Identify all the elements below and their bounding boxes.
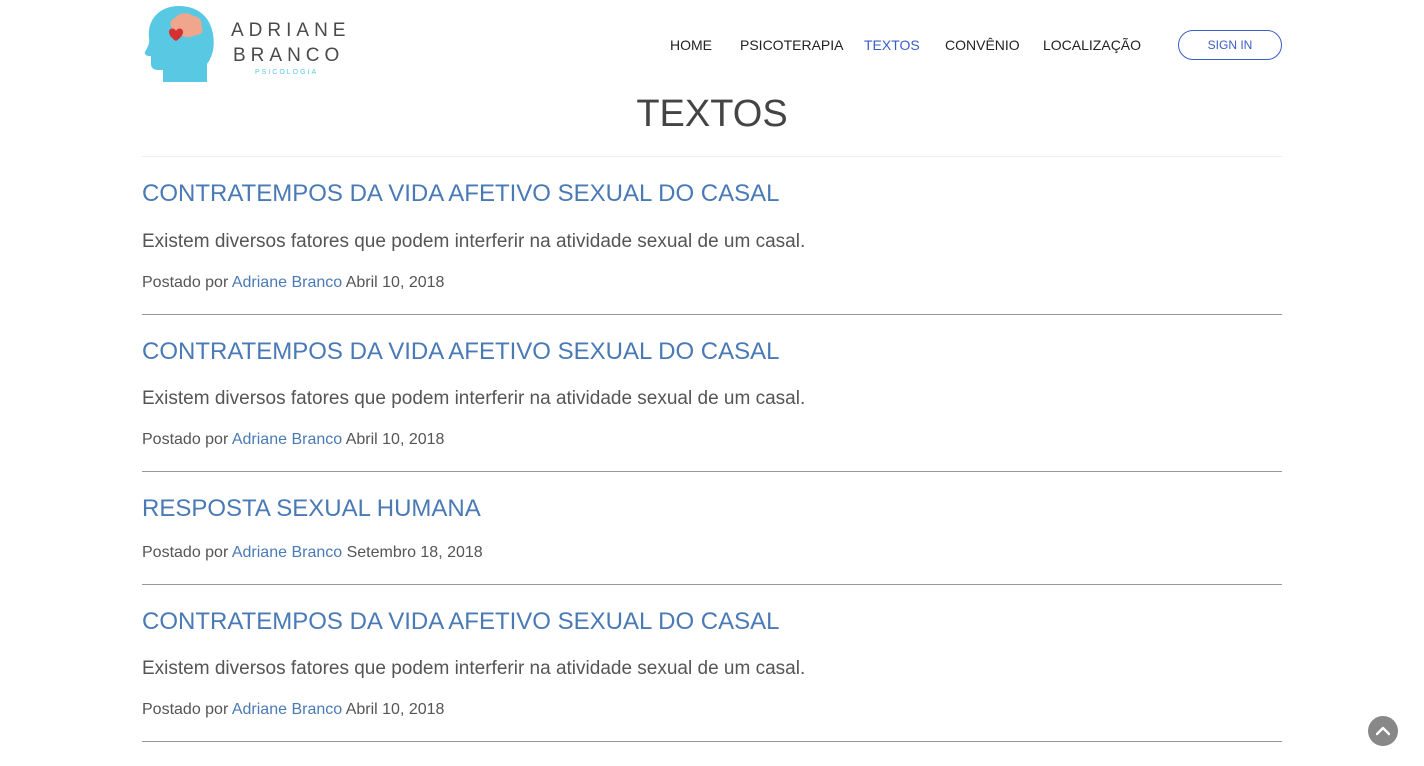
nav-item-home[interactable]: HOME bbox=[670, 36, 712, 54]
nav-item-textos[interactable]: TEXTOS bbox=[864, 36, 920, 54]
nav-item-localizacao[interactable]: LOCALIZAÇÃO bbox=[1043, 36, 1141, 54]
post-date: Abril 10, 2018 bbox=[345, 701, 445, 718]
post-meta: Postado por Adriane Branco Abril 10, 201… bbox=[142, 430, 444, 450]
post-meta: Postado por Adriane Branco Setembro 18, … bbox=[142, 543, 483, 563]
post-excerpt: Existem diversos fatores que podem inter… bbox=[142, 231, 806, 252]
post-meta: Postado por Adriane Branco Abril 10, 201… bbox=[142, 273, 444, 293]
nav-item-convenio[interactable]: CONVÊNIO bbox=[945, 36, 1020, 54]
posted-by-label: Postado por bbox=[142, 544, 229, 561]
posted-by-label: Postado por bbox=[142, 274, 229, 291]
post-divider bbox=[142, 471, 1282, 472]
posted-by-label: Postado por bbox=[142, 701, 229, 718]
post-meta: Postado por Adriane Branco Abril 10, 201… bbox=[142, 700, 444, 720]
post-divider bbox=[142, 741, 1282, 742]
posted-by-label: Postado por bbox=[142, 431, 229, 448]
post-author-link[interactable]: Adriane Branco bbox=[232, 431, 342, 448]
post-excerpt: Existem diversos fatores que podem inter… bbox=[142, 658, 806, 679]
page-title: TEXTOS bbox=[636, 93, 788, 135]
brand-subtitle: PSICOLOGIA bbox=[255, 69, 319, 76]
post-date: Abril 10, 2018 bbox=[345, 274, 445, 291]
post-title-link[interactable]: CONTRATEMPOS DA VIDA AFETIVO SEXUAL DO C… bbox=[142, 338, 780, 366]
post-title-link[interactable]: RESPOSTA SEXUAL HUMANA bbox=[142, 495, 481, 523]
post-excerpt: Existem diversos fatores que podem inter… bbox=[142, 388, 806, 409]
page: ADRIANE BRANCO PSICOLOGIA HOME PSICOTERA… bbox=[0, 0, 1424, 766]
post-divider bbox=[142, 584, 1282, 585]
post-author-link[interactable]: Adriane Branco bbox=[232, 274, 342, 291]
sign-in-button[interactable]: SIGN IN bbox=[1178, 30, 1282, 60]
post-divider bbox=[142, 314, 1282, 315]
post-title-link[interactable]: CONTRATEMPOS DA VIDA AFETIVO SEXUAL DO C… bbox=[142, 608, 780, 636]
chevron-up-icon bbox=[1376, 726, 1390, 736]
post-date: Abril 10, 2018 bbox=[345, 431, 445, 448]
post-title-link[interactable]: CONTRATEMPOS DA VIDA AFETIVO SEXUAL DO C… bbox=[142, 180, 780, 208]
post-author-link[interactable]: Adriane Branco bbox=[232, 544, 342, 561]
nav-item-psicoterapia[interactable]: PSICOTERAPIA bbox=[740, 36, 843, 54]
scroll-to-top-button[interactable] bbox=[1368, 716, 1398, 746]
post-date: Setembro 18, 2018 bbox=[346, 544, 483, 561]
post-author-link[interactable]: Adriane Branco bbox=[232, 701, 342, 718]
title-divider bbox=[142, 156, 1282, 157]
